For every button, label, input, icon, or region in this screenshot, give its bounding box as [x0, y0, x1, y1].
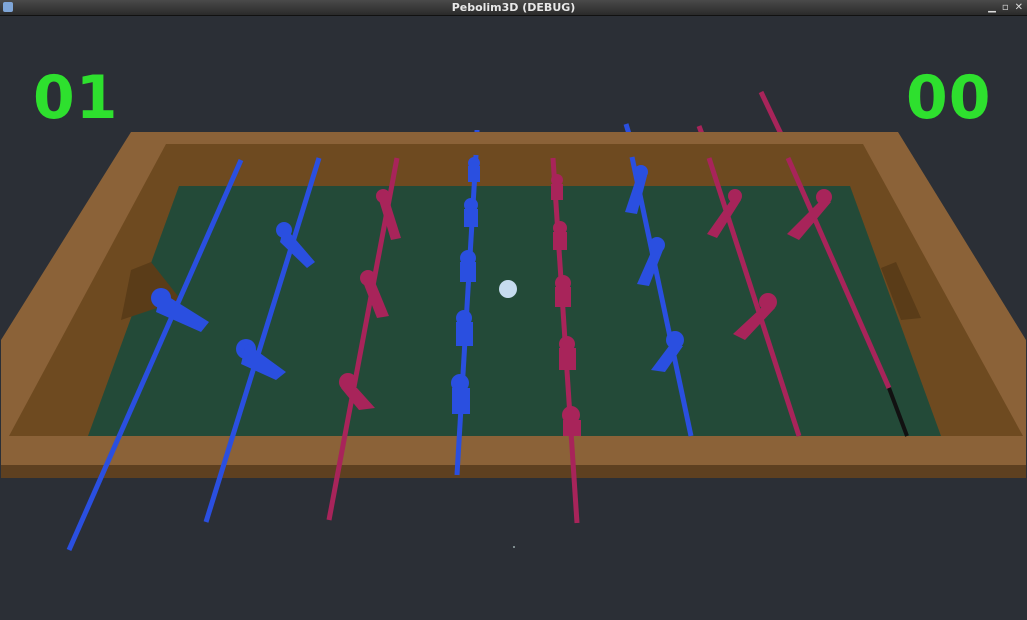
blue-player — [464, 198, 478, 227]
red-player — [555, 275, 571, 307]
playing-field — [88, 186, 941, 436]
game-viewport[interactable]: 01 00 — [1, 16, 1026, 619]
foosball-scene — [1, 90, 1026, 552]
rod-far-top — [758, 90, 784, 136]
blue-player — [460, 250, 476, 282]
debug-speck — [513, 546, 515, 548]
close-button[interactable]: ✕ — [1015, 0, 1023, 15]
window-titlebar[interactable]: Pebolim3D (DEBUG) ▁ ▫ ✕ — [0, 0, 1027, 16]
front-rail — [1, 436, 1026, 465]
window-title: Pebolim3D (DEBUG) — [451, 1, 576, 14]
front-rail-edge — [1, 465, 1026, 478]
red-player — [559, 336, 576, 370]
maximize-button[interactable]: ▫ — [1002, 0, 1009, 15]
app-icon[interactable] — [3, 2, 13, 12]
ball — [499, 280, 517, 298]
blue-player — [456, 310, 473, 346]
score-right: 00 — [906, 63, 992, 133]
blue-player — [468, 157, 480, 182]
window-controls: ▁ ▫ ✕ — [988, 0, 1023, 15]
red-player — [553, 221, 567, 250]
blue-player — [451, 374, 470, 414]
score-left: 01 — [33, 63, 119, 133]
minimize-button[interactable]: ▁ — [988, 0, 996, 15]
red-player — [551, 174, 563, 200]
red-player — [562, 406, 581, 436]
